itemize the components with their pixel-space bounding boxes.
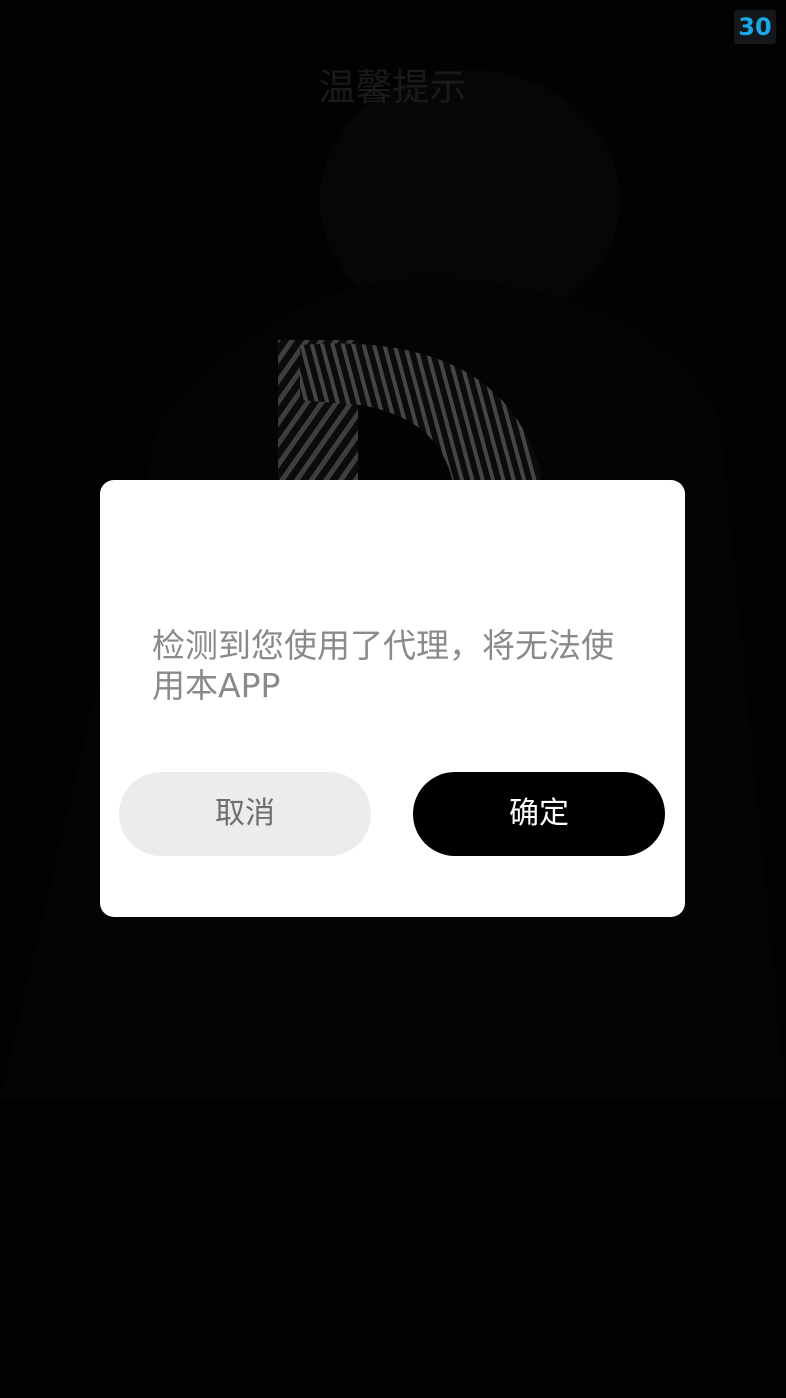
dialog-message: 检测到您使用了代理，将无法使用本APP [152, 626, 614, 705]
cancel-button[interactable]: 取消 [119, 772, 371, 856]
skip-countdown-badge[interactable]: 30 [734, 10, 776, 44]
splash-screen: 30 温馨提示 检测到您使用了代理，将无法使用本APP 取消 确定 [0, 0, 786, 1398]
dialog-title: 温馨提示 [318, 66, 467, 109]
confirm-button[interactable]: 确定 [413, 772, 665, 856]
proxy-warning-dialog: 温馨提示 检测到您使用了代理，将无法使用本APP 取消 确定 [100, 66, 685, 917]
